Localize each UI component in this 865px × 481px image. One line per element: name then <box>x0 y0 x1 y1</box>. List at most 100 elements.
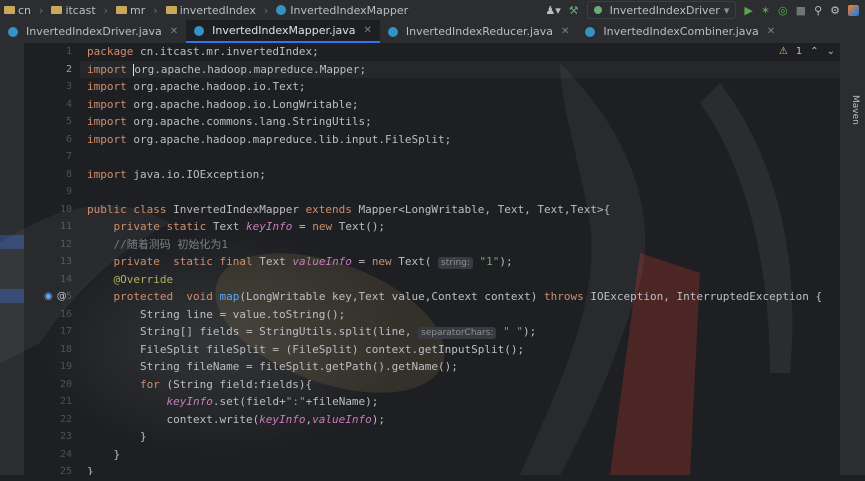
code-line[interactable]: import org.apache.hadoop.io.LongWritable… <box>87 96 359 114</box>
code-token: "1" <box>479 255 500 268</box>
search-icon[interactable]: ⚲ <box>814 4 822 17</box>
left-tool-strip <box>0 43 24 475</box>
breadcrumb-label: invertedIndex <box>179 3 256 17</box>
code-editor[interactable]: package cn.itcast.mr.invertedIndex; impor… <box>80 43 840 475</box>
code-token: } <box>87 447 121 461</box>
code-line[interactable]: @Override <box>87 271 174 289</box>
code-token: throws <box>543 290 584 303</box>
breadcrumb-item[interactable]: cn <box>4 4 31 17</box>
previous-highlight-icon[interactable]: ⌃ <box>810 46 818 57</box>
code-token: String[] fields = StringUtils.split(line… <box>87 325 419 338</box>
code-line[interactable]: import org.apache.commons.lang.StringUti… <box>87 113 372 131</box>
warning-count: 1 <box>795 46 803 57</box>
code-token: //随着测码 初始化为1 <box>113 237 229 251</box>
debug-icon[interactable]: ✶ <box>761 4 770 17</box>
code-line[interactable]: import org.apache.hadoop.mapreduce.lib.i… <box>87 131 451 149</box>
close-icon[interactable]: ✕ <box>364 25 372 36</box>
editor-tab[interactable]: InvertedIndexDriver.java ✕ <box>0 20 186 43</box>
breadcrumb-separator: › <box>263 3 269 17</box>
code-line[interactable]: protected void map(LongWritable key,Text… <box>87 288 823 306</box>
settings-icon[interactable]: ⚙ <box>830 4 840 17</box>
code-line[interactable]: keyInfo.set(field+":"+fileName); <box>87 393 378 411</box>
code-line[interactable]: } <box>87 463 94 475</box>
code-line[interactable]: } <box>87 428 147 446</box>
line-number: 13 <box>59 256 72 267</box>
run-configuration-select[interactable]: InvertedIndexDriver ▾ <box>586 1 737 19</box>
code-line[interactable]: import org.apache.hadoop.mapreduce.Mappe… <box>87 61 366 79</box>
code-token: ); <box>522 325 537 338</box>
line-number: 23 <box>59 431 72 442</box>
user-icon[interactable]: ♟▾ <box>545 4 560 17</box>
breadcrumb-item[interactable]: InvertedIndexMapper <box>276 4 408 17</box>
maven-tool-button[interactable]: Maven <box>850 95 860 125</box>
stop-icon[interactable]: ■ <box>796 4 806 17</box>
breadcrumb-separator: › <box>39 3 44 17</box>
code-line[interactable]: } <box>87 446 120 464</box>
line-number: 1 <box>65 46 72 57</box>
breadcrumb-label: InvertedIndexMapper <box>290 3 409 17</box>
code-line[interactable]: context.write(keyInfo,valueInfo); <box>87 411 385 429</box>
inspection-widget[interactable]: ⚠ 1 ⌃ ⌄ <box>779 46 835 57</box>
code-token: ":" <box>285 395 306 408</box>
line-number: 16 <box>59 308 72 320</box>
editor-tab[interactable]: InvertedIndexReducer.java ✕ <box>380 20 578 43</box>
code-token: (LongWritable key,Text value,Context con… <box>239 290 544 303</box>
code-line[interactable]: for (String field:fields){ <box>87 376 312 394</box>
coverage-icon[interactable]: ◎ <box>778 4 788 17</box>
code-line[interactable]: private static Text keyInfo = new Text()… <box>87 218 386 236</box>
code-line[interactable]: package cn.itcast.mr.invertedIndex; <box>87 43 319 61</box>
code-token: import <box>87 115 127 128</box>
override-icon[interactable]: @ <box>57 291 67 302</box>
code-token: keyInfo <box>259 412 306 426</box>
close-icon[interactable]: ✕ <box>561 26 569 37</box>
code-line[interactable]: import org.apache.hadoop.io.Text; <box>87 78 306 96</box>
line-number-gutter: 1 2 3 4 5 6 7 8 9 10 11 12 13 14 15 16 17 18 19 20 21 22 23 24 2… <box>24 43 80 477</box>
close-icon[interactable]: ✕ <box>170 26 178 37</box>
breadcrumb-item[interactable]: invertedIndex <box>165 3 256 17</box>
tab-label: InvertedIndexCombiner.java <box>603 25 759 38</box>
implements-icon[interactable]: ◉ <box>44 291 53 302</box>
code-line[interactable]: String[] fields = StringUtils.split(line… <box>87 323 536 341</box>
parameter-hint: separatorChars: <box>418 327 497 339</box>
editor-tab[interactable]: InvertedIndexMapper.java ✕ <box>186 20 380 43</box>
code-token: import <box>87 62 127 76</box>
line-number: 11 <box>59 221 72 232</box>
code-token: +fileName); <box>305 395 379 408</box>
folder-icon <box>165 6 177 14</box>
code-token: } <box>87 430 147 443</box>
code-token: org.apache.hadoop.mapreduce.Mapper; <box>134 62 367 76</box>
code-line[interactable]: String fileName = fileSplit.getPath().ge… <box>87 358 458 376</box>
editor-tab[interactable]: InvertedIndexCombiner.java ✕ <box>577 20 783 43</box>
code-token: @Override <box>113 272 174 286</box>
breadcrumb-item[interactable]: itcast <box>51 4 96 17</box>
code-line[interactable]: String line = value.toString(); <box>87 306 345 324</box>
close-icon[interactable]: ✕ <box>767 26 775 37</box>
line-number: 25 <box>59 466 72 477</box>
next-highlight-icon[interactable]: ⌄ <box>827 46 835 57</box>
code-line[interactable]: FileSplit fileSplit = (FileSplit) contex… <box>87 341 524 359</box>
class-icon <box>8 26 18 37</box>
code-line[interactable]: public class InvertedIndexMapper extends… <box>87 201 610 219</box>
logo-icon[interactable] <box>848 4 859 16</box>
code-token: org.apache.commons.lang.StringUtils; <box>126 115 372 128</box>
code-token: } <box>87 465 94 475</box>
run-icon[interactable]: ▶ <box>744 4 752 17</box>
hammer-icon[interactable]: ⚒ <box>569 4 579 17</box>
breadcrumb-item[interactable]: mr <box>116 4 145 17</box>
code-line[interactable]: //随着测码 初始化为1 <box>87 236 229 254</box>
code-token: protected void <box>113 290 213 303</box>
code-line[interactable]: import java.io.IOException; <box>87 166 266 184</box>
line-number: 14 <box>59 273 72 285</box>
code-token: private static <box>113 220 207 233</box>
line-number: 7 <box>65 151 72 162</box>
breadcrumb-separator: › <box>103 3 109 17</box>
code-token: java.io.IOException; <box>126 167 266 181</box>
code-token: FileSplit fileSplit = (FileSplit) contex… <box>87 342 525 356</box>
navigation-bar: cn › itcast › mr › invertedIndex › InvertedIndex… <box>0 0 865 20</box>
code-line[interactable]: private static final Text valueInfo = ne… <box>87 253 513 271</box>
